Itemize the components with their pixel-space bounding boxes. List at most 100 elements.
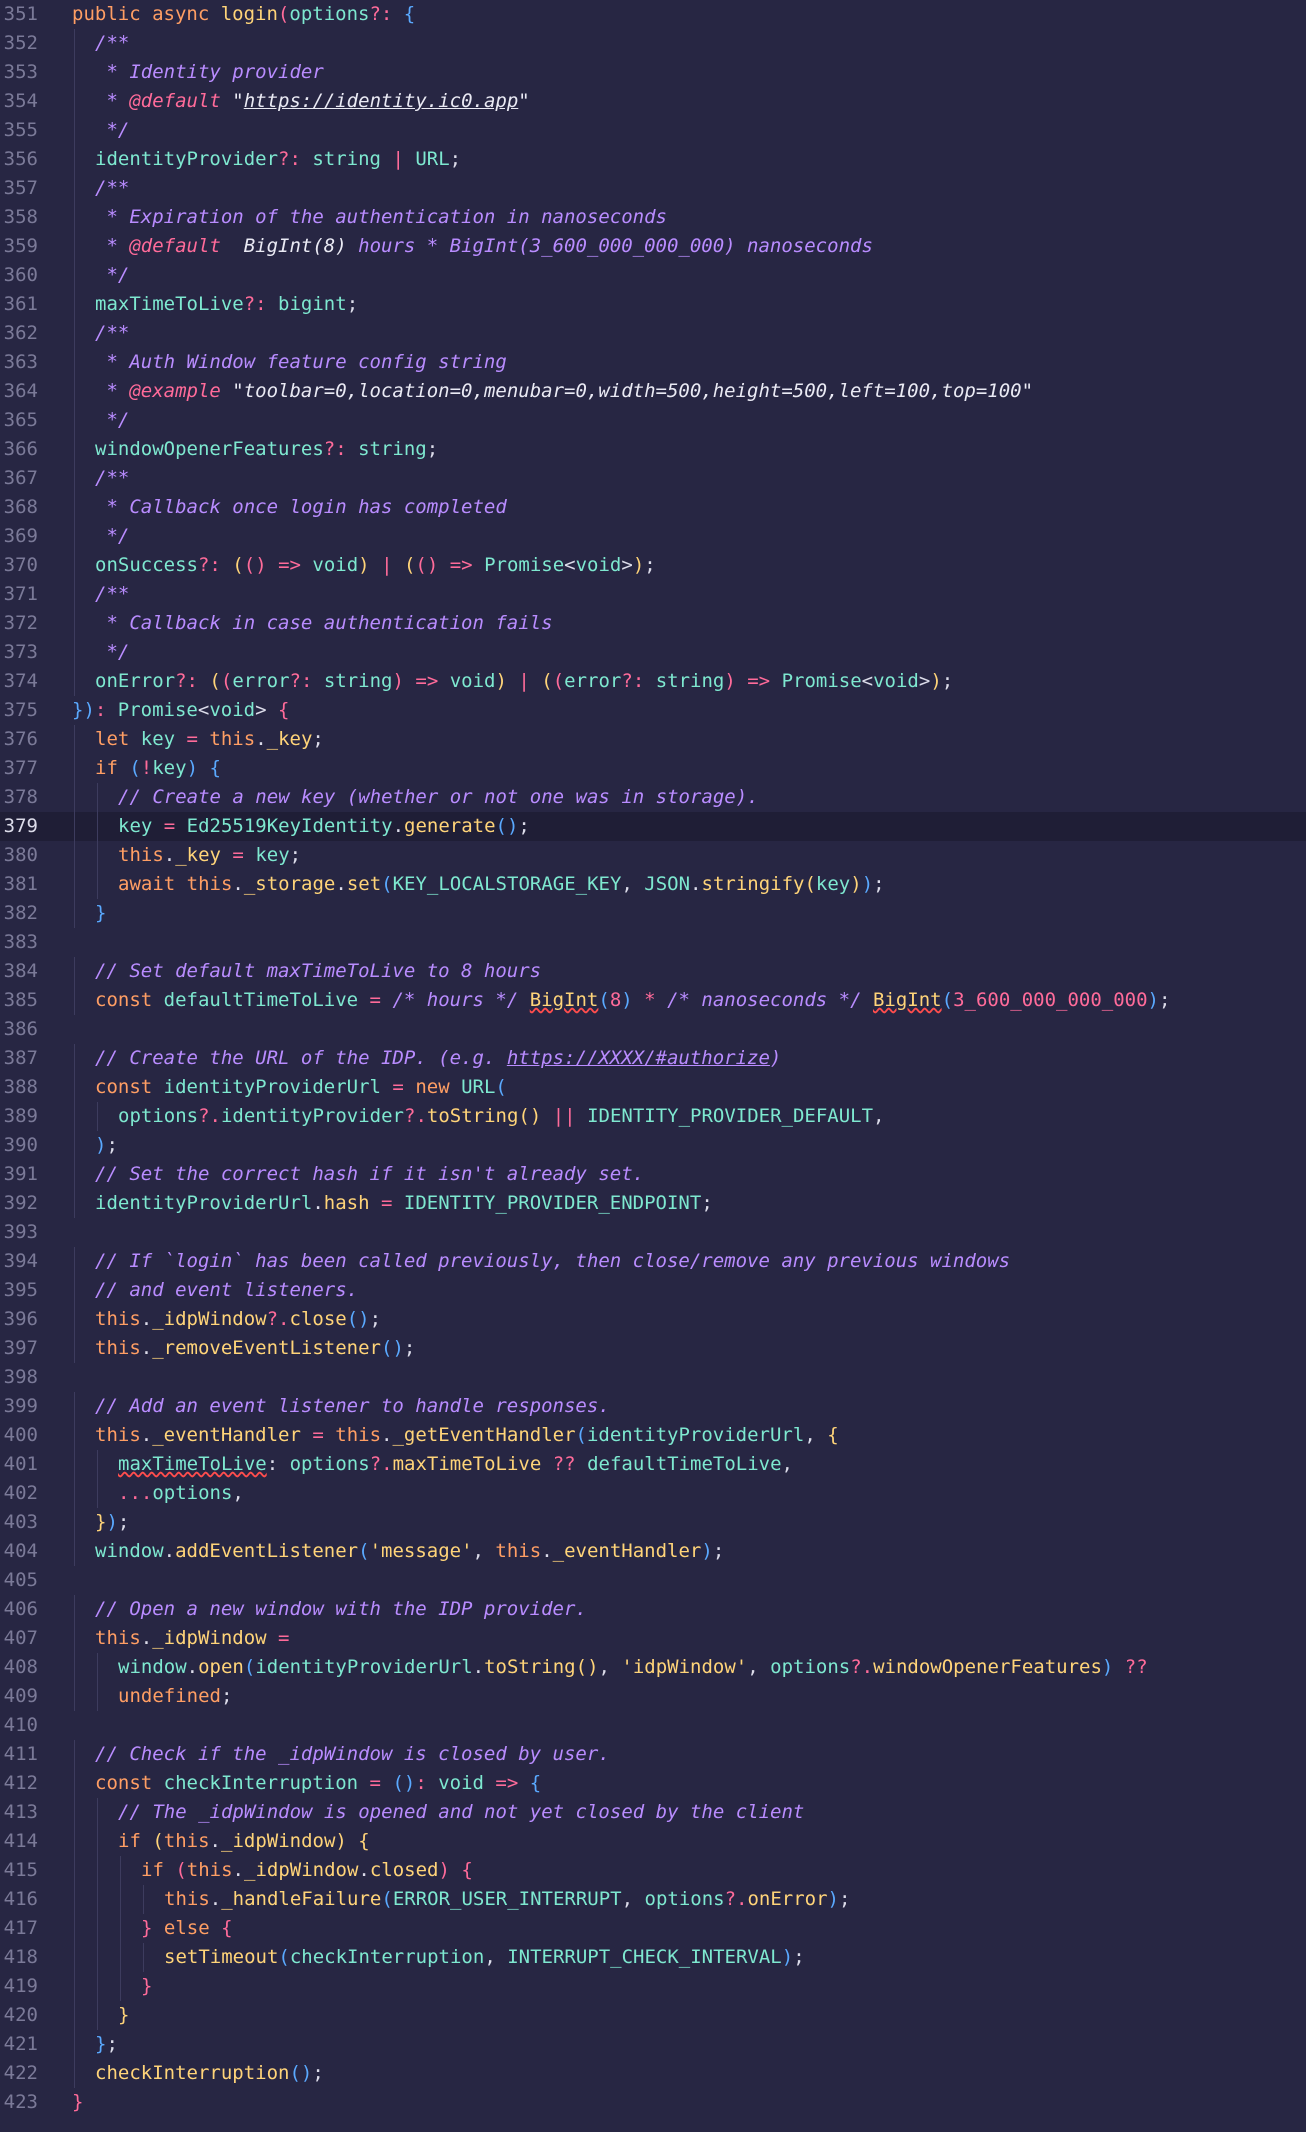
code-line[interactable]: 407 this._idpWindow =	[0, 1624, 1306, 1653]
line-number: 367	[3, 467, 38, 489]
code-line[interactable]: 412 const checkInterruption = (): void =>…	[0, 1769, 1306, 1798]
code-line[interactable]: 366 windowOpenerFeatures?: string;	[0, 435, 1306, 464]
code-line[interactable]: 378 // Create a new key (whether or not o…	[0, 783, 1306, 812]
code-line[interactable]: 413 // The _idpWindow is opened and not y…	[0, 1798, 1306, 1827]
code-line[interactable]: 362 /**	[0, 319, 1306, 348]
code-line[interactable]: 351 public async login(options?: {	[0, 0, 1306, 29]
code-line[interactable]: 389 options?.identityProvider?.toString()…	[0, 1102, 1306, 1131]
code-token: {	[827, 1424, 839, 1446]
code-line[interactable]: 395 // and event listeners.	[0, 1276, 1306, 1305]
code-line[interactable]: 404 window.addEventListener('message', th…	[0, 1537, 1306, 1566]
code-line[interactable]: 405	[0, 1566, 1306, 1595]
code-token: |	[369, 554, 404, 576]
code-line[interactable]: 418 setTimeout(checkInterruption, INTERRU…	[0, 1943, 1306, 1972]
code-line[interactable]: 387 // Create the URL of the IDP. (e.g. h…	[0, 1044, 1306, 1073]
code-line[interactable]: 414 if (this._idpWindow) {	[0, 1827, 1306, 1856]
code-line[interactable]: 398	[0, 1363, 1306, 1392]
line-code: undefined;	[118, 1682, 232, 1711]
code-line[interactable]: 397 this._removeEventListener();	[0, 1334, 1306, 1363]
line-code: */	[95, 261, 129, 290]
code-line[interactable]: 367 /**	[0, 464, 1306, 493]
code-line[interactable]: 416 this._handleFailure(ERROR_USER_INTERR…	[0, 1885, 1306, 1914]
code-line[interactable]: 381 await this._storage.set(KEY_LOCALSTOR…	[0, 870, 1306, 899]
code-line[interactable]: 365 */	[0, 406, 1306, 435]
code-line[interactable]: 372 * Callback in case authentication fa…	[0, 609, 1306, 638]
code-token: .	[140, 1627, 153, 1649]
code-line[interactable]: 393	[0, 1218, 1306, 1247]
indent-guide	[74, 435, 75, 464]
code-line[interactable]: 423}	[0, 2088, 1306, 2117]
code-line[interactable]: 403});	[0, 1508, 1306, 1537]
code-line[interactable]: 357 /**	[0, 174, 1306, 203]
code-line[interactable]: 401 maxTimeToLive: options?.maxTimeToLive…	[0, 1450, 1306, 1479]
code-line[interactable]: 358 * Expiration of the authentication i…	[0, 203, 1306, 232]
code-line[interactable]: 400 this._eventHandler = this._getEventHa…	[0, 1421, 1306, 1450]
code-line[interactable]: 420}	[0, 2001, 1306, 2030]
code-token: this	[209, 728, 256, 750]
code-line[interactable]: 377 if (!key) {	[0, 754, 1306, 783]
code-line[interactable]: 396 this._idpWindow?.close();	[0, 1305, 1306, 1334]
code-line[interactable]: 370 onSuccess?: (() => void) | (() => Pro…	[0, 551, 1306, 580]
code-line[interactable]: 356 identityProvider?: string | URL;	[0, 145, 1306, 174]
code-token: ;	[426, 438, 439, 460]
code-line[interactable]: 360 */	[0, 261, 1306, 290]
code-line[interactable]: 384 // Set default maxTimeToLive to 8 hou…	[0, 957, 1306, 986]
code-line[interactable]: 419}	[0, 1972, 1306, 2001]
code-line[interactable]: 373 */	[0, 638, 1306, 667]
indent-guide	[74, 1508, 75, 1537]
code-token: (	[381, 1888, 393, 1910]
code-line[interactable]: 369 */	[0, 522, 1306, 551]
code-line[interactable]: 390);	[0, 1131, 1306, 1160]
code-token: maxTimeToLive	[95, 293, 244, 315]
code-editor[interactable]: 351 public async login(options?: {352/** 3…	[0, 0, 1306, 2132]
indent-guide	[97, 1682, 98, 1711]
code-line[interactable]: 394 // If `login` has been called previou…	[0, 1247, 1306, 1276]
code-line[interactable]: 417} else {	[0, 1914, 1306, 1943]
code-line[interactable]: 402 ...options,	[0, 1479, 1306, 1508]
line-number: 402	[3, 1482, 38, 1504]
code-line[interactable]: 380 this._key = key;	[0, 841, 1306, 870]
code-line[interactable]: 363 * Auth Window feature config string	[0, 348, 1306, 377]
code-line[interactable]: 392 identityProviderUrl.hash = IDENTITY_P…	[0, 1189, 1306, 1218]
code-line[interactable]: 406 // Open a new window with the IDP pro…	[0, 1595, 1306, 1624]
code-line[interactable]: 421};	[0, 2030, 1306, 2059]
code-line[interactable]: 374 onError?: ((error?: string) => void) …	[0, 667, 1306, 696]
code-token: let	[95, 728, 141, 750]
code-line[interactable]: 409 undefined;	[0, 1682, 1306, 1711]
code-line[interactable]: 379 key = Ed25519KeyIdentity.generate();	[0, 812, 1306, 841]
code-line[interactable]: 376 let key = this._key;	[0, 725, 1306, 754]
code-line[interactable]: 352 /**	[0, 29, 1306, 58]
code-line[interactable]: 361 maxTimeToLive?: bigint;	[0, 290, 1306, 319]
code-token: )	[1101, 1656, 1114, 1678]
code-line[interactable]: 383	[0, 928, 1306, 957]
code-line[interactable]: 391 // Set the correct hash if it isn't a…	[0, 1160, 1306, 1189]
code-line[interactable]: 355 */	[0, 116, 1306, 145]
code-token: ()	[518, 1105, 542, 1127]
line-number: 381	[3, 873, 38, 895]
code-line[interactable]: 359 * @default BigInt(8) hours * BigInt(…	[0, 232, 1306, 261]
code-line[interactable]: 382}	[0, 899, 1306, 928]
code-line[interactable]: 386	[0, 1015, 1306, 1044]
code-line[interactable]: 368 * Callback once login has completed	[0, 493, 1306, 522]
code-token: =	[220, 844, 256, 866]
indent-guide	[74, 754, 75, 783]
code-line[interactable]: 371 /**	[0, 580, 1306, 609]
line-code: // Open a new window with the IDP provid…	[95, 1595, 587, 1624]
code-line[interactable]: 411 // Check if the _idpWindow is closed …	[0, 1740, 1306, 1769]
code-line[interactable]: 385 const defaultTimeToLive = /* hours */…	[0, 986, 1306, 1015]
code-line[interactable]: 353 * Identity provider	[0, 58, 1306, 87]
code-line[interactable]: 422 checkInterruption();	[0, 2059, 1306, 2088]
code-line[interactable]: 399 // Add an event listener to handle re…	[0, 1392, 1306, 1421]
code-line[interactable]: 354 * @default "https://identity.ic0.app…	[0, 87, 1306, 116]
code-line[interactable]: 375}): Promise<void> {	[0, 696, 1306, 725]
indent-guide	[74, 319, 75, 348]
code-token: void	[209, 699, 256, 721]
indent-guide	[74, 2030, 75, 2059]
code-line[interactable]: 388 const identityProviderUrl = new URL(	[0, 1073, 1306, 1102]
code-line[interactable]: 364 * @example "toolbar=0,location=0,men…	[0, 377, 1306, 406]
code-line[interactable]: 415 if (this._idpWindow.closed) {	[0, 1856, 1306, 1885]
code-line[interactable]: 410	[0, 1711, 1306, 1740]
indent-guide	[97, 1885, 98, 1914]
code-line[interactable]: 408 window.open(identityProviderUrl.toStr…	[0, 1653, 1306, 1682]
line-code: }): Promise<void> {	[72, 696, 289, 725]
